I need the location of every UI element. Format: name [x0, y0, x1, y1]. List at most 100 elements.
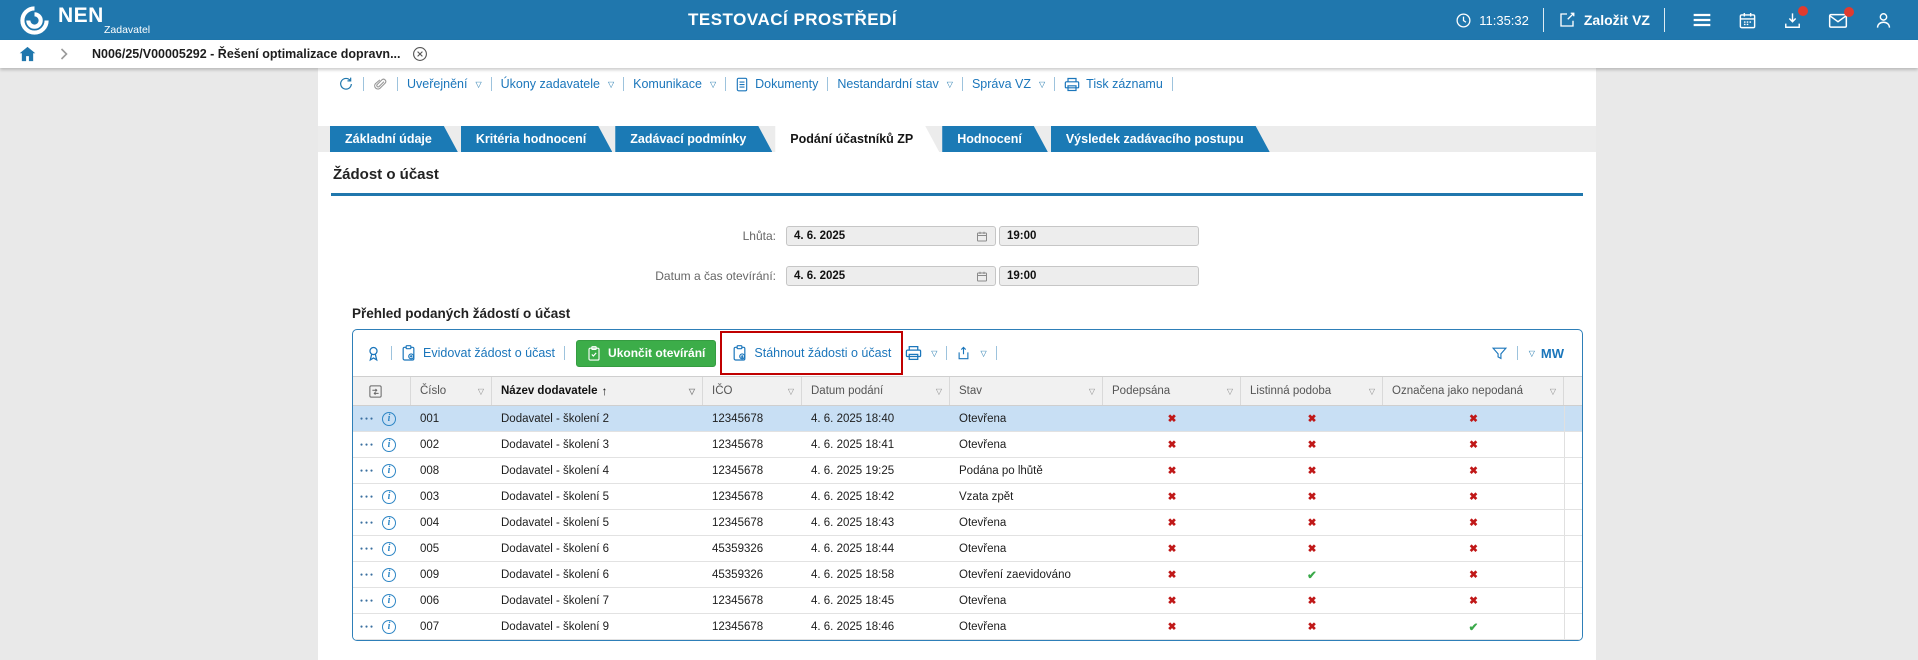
- nen-logo[interactable]: NEN Zadavatel: [18, 4, 150, 37]
- table-row[interactable]: 004 Dodavatel - školení 5 12345678 4. 6.…: [353, 510, 1582, 536]
- info-icon[interactable]: [382, 541, 397, 556]
- divider: [397, 77, 398, 91]
- tab-podani-ucastniku-zp[interactable]: Podání účastníků ZP: [775, 126, 939, 152]
- divider: [1054, 77, 1056, 91]
- create-vz-button[interactable]: Založit VZ: [1558, 11, 1650, 29]
- tab-kriteria-hodnoceni[interactable]: Kritéria hodnocení: [461, 126, 612, 152]
- filter-icon[interactable]: [1089, 387, 1095, 396]
- column-header-datum-podani[interactable]: Datum podání: [802, 377, 950, 405]
- otevirani-time-field[interactable]: 19:00: [999, 266, 1199, 286]
- row-menu-icon[interactable]: [360, 624, 375, 630]
- dropdown-arrow-icon: [475, 80, 481, 89]
- award-button[interactable]: [365, 345, 382, 362]
- menu-tisk-zaznamu[interactable]: Tisk záznamu: [1064, 77, 1163, 92]
- breadcrumb-item[interactable]: N006/25/V00005292 - Řešení optimalizace …: [92, 47, 400, 61]
- breadcrumb: N006/25/V00005292 - Řešení optimalizace …: [0, 40, 1918, 68]
- column-chooser-header[interactable]: [353, 377, 411, 405]
- refresh-button[interactable]: [338, 76, 354, 92]
- filter-button[interactable]: [1491, 345, 1508, 362]
- cell-cislo: 007: [420, 620, 440, 633]
- column-header-listinna-podoba[interactable]: Listinná podoba: [1241, 377, 1383, 405]
- filter-icon[interactable]: [1227, 387, 1233, 396]
- row-menu-icon[interactable]: [360, 416, 375, 422]
- table-row[interactable]: 006 Dodavatel - školení 7 12345678 4. 6.…: [353, 588, 1582, 614]
- row-menu-icon[interactable]: [360, 520, 375, 526]
- grid-toolbar: Evidovat žádost o účast Ukončit otevírán…: [353, 330, 1582, 376]
- filter-icon[interactable]: [1550, 387, 1556, 396]
- calendar-icon[interactable]: [976, 270, 988, 283]
- filter-icon[interactable]: [788, 387, 794, 396]
- table-row[interactable]: 008 Dodavatel - školení 4 12345678 4. 6.…: [353, 458, 1582, 484]
- cell-datum: 4. 6. 2025 18:44: [811, 542, 895, 555]
- view-dropdown-arrow-icon[interactable]: [1529, 349, 1535, 358]
- home-icon[interactable]: [19, 46, 36, 62]
- ukoncit-otevirani-button[interactable]: Ukončit otevírání: [576, 339, 717, 367]
- otevirani-date-field[interactable]: 4. 6. 2025: [786, 266, 996, 286]
- menu-dokumenty[interactable]: Dokumenty: [735, 77, 818, 92]
- info-icon[interactable]: [382, 489, 397, 504]
- table-row[interactable]: 007 Dodavatel - školení 9 12345678 4. 6.…: [353, 614, 1582, 640]
- row-menu-icon[interactable]: [360, 598, 375, 604]
- menu-button[interactable]: [1692, 12, 1712, 28]
- row-menu-icon[interactable]: [360, 494, 375, 500]
- scrollbar-gutter-header: [1564, 377, 1582, 405]
- calendar-icon: [1738, 11, 1757, 30]
- table-row[interactable]: 005 Dodavatel - školení 6 45359326 4. 6.…: [353, 536, 1582, 562]
- menu-nestandardni-stav[interactable]: Nestandardní stav: [837, 77, 953, 91]
- info-icon[interactable]: [382, 515, 397, 530]
- evidovat-zadost-button[interactable]: Evidovat žádost o účast: [401, 345, 555, 361]
- messages-button[interactable]: [1828, 6, 1854, 29]
- lhuta-date-value: 4. 6. 2025: [794, 230, 846, 242]
- mw-view-button[interactable]: MW: [1541, 346, 1564, 361]
- column-label: Datum podání: [811, 385, 884, 397]
- info-icon[interactable]: [382, 567, 397, 582]
- column-header-oznacena-jako-nepodana[interactable]: Označena jako nepodaná: [1383, 377, 1564, 405]
- tab-zadavaci-podminky[interactable]: Zadávací podmínky: [615, 126, 772, 152]
- row-menu-icon[interactable]: [360, 442, 375, 448]
- filter-icon[interactable]: [478, 387, 484, 396]
- row-menu-icon[interactable]: [360, 468, 375, 474]
- table-row[interactable]: 003 Dodavatel - školení 5 12345678 4. 6.…: [353, 484, 1582, 510]
- column-header-stav[interactable]: Stav: [950, 377, 1103, 405]
- row-menu-icon[interactable]: [360, 572, 375, 578]
- print-grid-button[interactable]: [905, 345, 937, 361]
- cell-listinna-mark: [1241, 517, 1383, 529]
- menu-sprava-vz[interactable]: Správa VZ: [972, 77, 1045, 91]
- stahnout-zadosti-button[interactable]: Stáhnout žádosti o účast: [732, 345, 891, 361]
- column-header-cislo[interactable]: Číslo: [411, 377, 492, 405]
- table-row[interactable]: 002 Dodavatel - školení 3 12345678 4. 6.…: [353, 432, 1582, 458]
- column-header-ico[interactable]: IČO: [703, 377, 802, 405]
- info-icon[interactable]: [382, 593, 397, 608]
- menu-ukony-zadavatele[interactable]: Úkony zadavatele: [501, 77, 615, 91]
- user-button[interactable]: [1874, 11, 1893, 30]
- calendar-button[interactable]: [1738, 11, 1757, 30]
- cell-nepodana-mark: [1383, 620, 1564, 634]
- close-tab-icon[interactable]: [412, 46, 428, 62]
- info-icon[interactable]: [382, 463, 397, 478]
- tab-zakladni-udaje[interactable]: Základní údaje: [330, 126, 458, 152]
- cell-cislo: 001: [420, 412, 440, 425]
- filter-icon[interactable]: [1369, 387, 1375, 396]
- attachment-button[interactable]: [373, 77, 388, 92]
- info-icon[interactable]: [382, 619, 397, 634]
- lhuta-time-field[interactable]: 19:00: [999, 226, 1199, 246]
- info-icon[interactable]: [382, 437, 397, 452]
- downloads-button[interactable]: [1783, 5, 1808, 30]
- row-menu-icon[interactable]: [360, 546, 375, 552]
- tab-vysledek-zadavaciho-postupu[interactable]: Výsledek zadávacího postupu: [1051, 126, 1270, 152]
- filter-icon[interactable]: [689, 387, 695, 396]
- menu-uverejneni[interactable]: Uveřejnění: [407, 77, 482, 91]
- calendar-icon[interactable]: [976, 230, 988, 243]
- filter-icon[interactable]: [936, 387, 942, 396]
- menu-komunikace[interactable]: Komunikace: [633, 77, 716, 91]
- export-button[interactable]: [956, 345, 986, 361]
- column-header-nazev-dodavatele[interactable]: Název dodavatele: [492, 377, 703, 405]
- divider: [961, 77, 963, 91]
- cell-podepsana-mark: [1103, 569, 1241, 581]
- column-header-podepsana[interactable]: Podepsána: [1103, 377, 1241, 405]
- table-row[interactable]: 009 Dodavatel - školení 6 45359326 4. 6.…: [353, 562, 1582, 588]
- table-row[interactable]: 001 Dodavatel - školení 2 12345678 4. 6.…: [353, 406, 1582, 432]
- lhuta-date-field[interactable]: 4. 6. 2025: [786, 226, 996, 246]
- info-icon[interactable]: [382, 411, 397, 426]
- tab-hodnoceni[interactable]: Hodnocení: [942, 126, 1048, 152]
